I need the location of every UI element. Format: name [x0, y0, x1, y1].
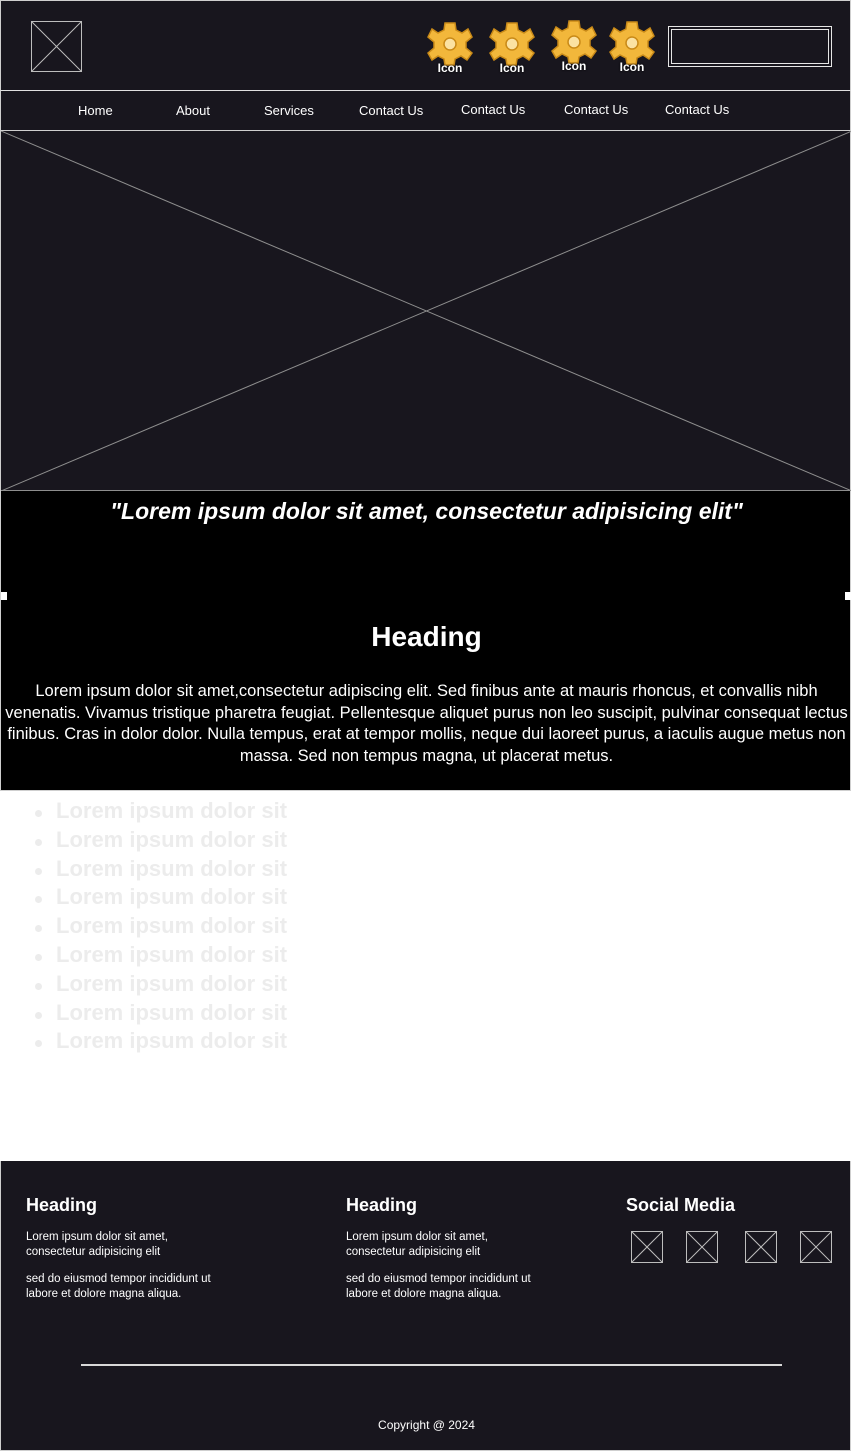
logo-placeholder-image[interactable]	[31, 21, 82, 72]
header-search-box[interactable]	[668, 26, 832, 67]
hero-image-placeholder	[0, 131, 851, 491]
footer-text: Lorem ipsum dolor sit amet, consectetur …	[346, 1231, 488, 1258]
icon-label: Icon	[619, 60, 645, 74]
content-section: "Lorem ipsum dolor sit amet, consectetur…	[0, 491, 851, 791]
list-item: Lorem ipsum dolor sit	[32, 971, 287, 1000]
list-item: Lorem ipsum dolor sit	[32, 942, 287, 971]
nav-item-contact-us-4[interactable]: Contact Us	[665, 102, 729, 117]
header: Icon Icon Icon Icon	[0, 0, 851, 90]
list-item: Lorem ipsum dolor sit	[32, 1000, 287, 1029]
nav-item-home[interactable]: Home	[78, 103, 113, 118]
footer-heading: Heading	[26, 1195, 98, 1215]
nav-item-services[interactable]: Services	[264, 103, 314, 118]
header-icon-3[interactable]: Icon	[548, 19, 600, 77]
header-icon-2[interactable]: Icon	[486, 19, 538, 77]
social-icon-placeholder[interactable]	[745, 1231, 777, 1263]
page: Icon Icon Icon Icon Home About Services …	[0, 0, 851, 1451]
footer-divider	[81, 1364, 782, 1366]
footer-social: Social Media	[626, 1195, 735, 1216]
main-nav: Home About Services Contact Us Contact U…	[0, 90, 851, 131]
footer-text: sed do eiusmod tempor incididunt ut labo…	[26, 1273, 211, 1300]
icon-label: Icon	[499, 61, 525, 75]
footer-heading: Heading	[346, 1195, 418, 1215]
header-icon-1[interactable]: Icon	[424, 19, 476, 77]
footer-column-2: Heading Lorem ipsum dolor sit amet, cons…	[346, 1195, 536, 1302]
nav-item-contact-us-2[interactable]: Contact Us	[461, 102, 525, 117]
nav-item-contact-us-3[interactable]: Contact Us	[564, 102, 628, 117]
list-item: Lorem ipsum dolor sit	[32, 856, 287, 885]
resize-handle-left[interactable]	[1, 592, 7, 600]
quote-text: "Lorem ipsum dolor sit amet, consectetur…	[110, 498, 743, 524]
list-item: Lorem ipsum dolor sit	[32, 1028, 287, 1057]
list-item: Lorem ipsum dolor sit	[32, 827, 287, 856]
section-paragraph: Lorem ipsum dolor sit amet,consectetur a…	[5, 682, 848, 765]
copyright-text: Copyright @ 2024	[378, 1418, 475, 1432]
list-item: Lorem ipsum dolor sit	[32, 884, 287, 913]
footer: Heading Lorem ipsum dolor sit amet, cons…	[0, 1161, 851, 1451]
bullet-list: Lorem ipsum dolor sit Lorem ipsum dolor …	[32, 798, 287, 1057]
social-icon-placeholder[interactable]	[631, 1231, 663, 1263]
list-item: Lorem ipsum dolor sit	[32, 913, 287, 942]
list-item: Lorem ipsum dolor sit	[32, 798, 287, 827]
icon-label: Icon	[561, 59, 587, 73]
icon-label: Icon	[437, 61, 463, 75]
social-icon-placeholder[interactable]	[686, 1231, 718, 1263]
social-icon-placeholder[interactable]	[800, 1231, 832, 1263]
footer-text: Lorem ipsum dolor sit amet, consectetur …	[26, 1231, 168, 1258]
resize-handle-right[interactable]	[845, 592, 851, 600]
nav-item-contact-us-1[interactable]: Contact Us	[359, 103, 423, 118]
hero-placeholder-graphic	[1, 131, 851, 491]
header-icon-4[interactable]: Icon	[606, 19, 658, 77]
section-heading: Heading	[371, 621, 482, 652]
social-media-heading: Social Media	[626, 1195, 736, 1215]
footer-column-1: Heading Lorem ipsum dolor sit amet, cons…	[26, 1195, 216, 1302]
nav-item-about[interactable]: About	[176, 103, 210, 118]
footer-text: sed do eiusmod tempor incididunt ut labo…	[346, 1273, 531, 1300]
